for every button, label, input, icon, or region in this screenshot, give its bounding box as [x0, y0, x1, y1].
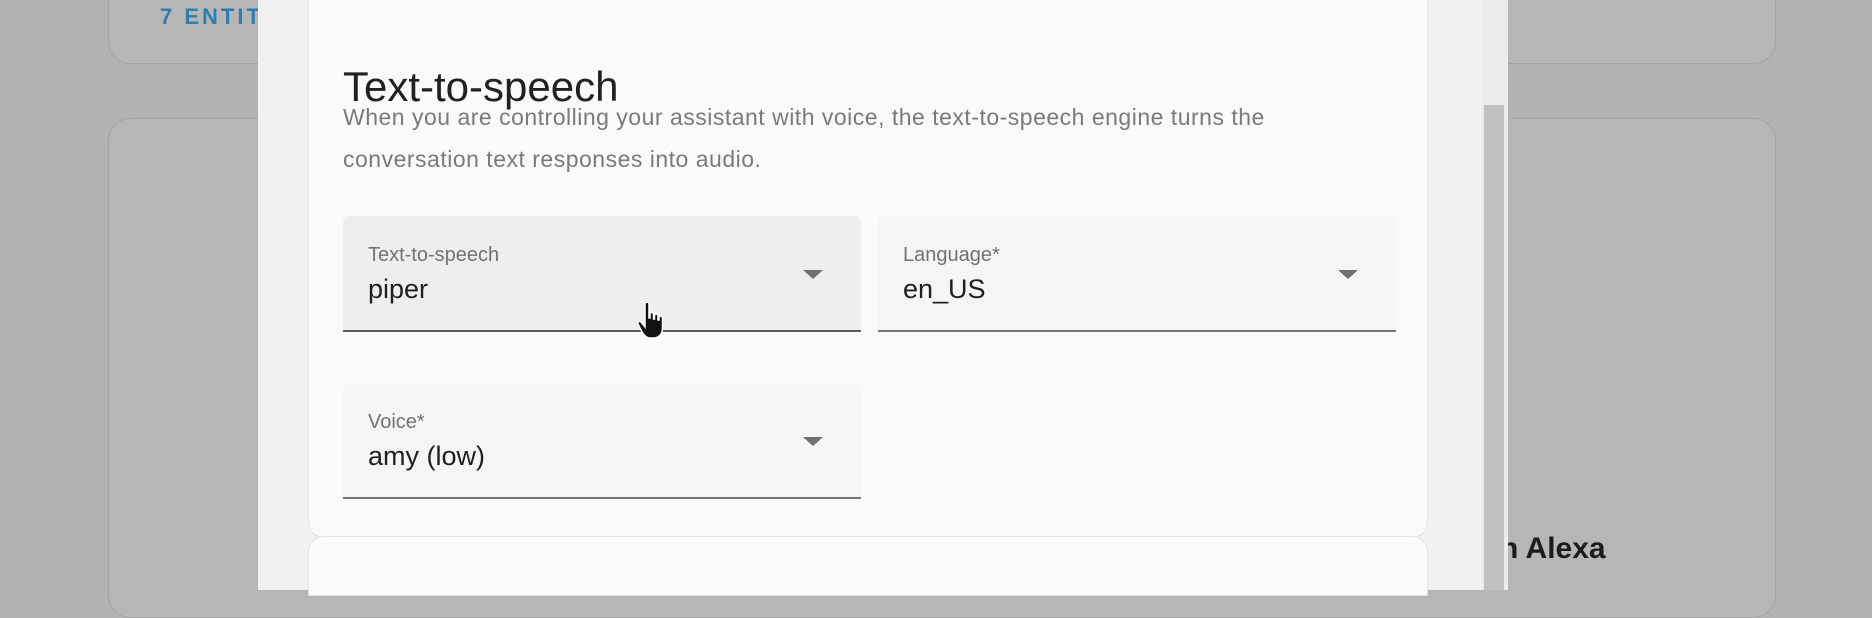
language-label: Language*: [903, 244, 1000, 266]
voice-label: Voice*: [368, 411, 425, 433]
section-description: When you are controlling your assistant …: [343, 104, 1265, 172]
tts-engine-label: Text-to-speech: [368, 244, 500, 266]
language-value: en_US: [903, 274, 986, 304]
voice-value: amy (low): [368, 441, 486, 471]
tts-engine-select[interactable]: Text-to-speech piper: [343, 216, 861, 332]
next-section-card: [308, 536, 1428, 596]
entities-link[interactable]: 7 ENTIT: [160, 4, 263, 30]
hand-pointer-icon: [637, 301, 664, 339]
chevron-down-icon[interactable]: [803, 270, 823, 279]
voice-select[interactable]: Voice* amy (low): [343, 383, 861, 499]
language-select[interactable]: Language* en_US: [878, 216, 1396, 332]
dialog-scrollbar-thumb[interactable]: [1484, 105, 1504, 590]
tts-engine-value: piper: [368, 274, 429, 304]
chevron-down-icon[interactable]: [1338, 270, 1358, 279]
background-card-title: n Alexa: [1500, 532, 1606, 565]
chevron-down-icon[interactable]: [803, 437, 823, 446]
